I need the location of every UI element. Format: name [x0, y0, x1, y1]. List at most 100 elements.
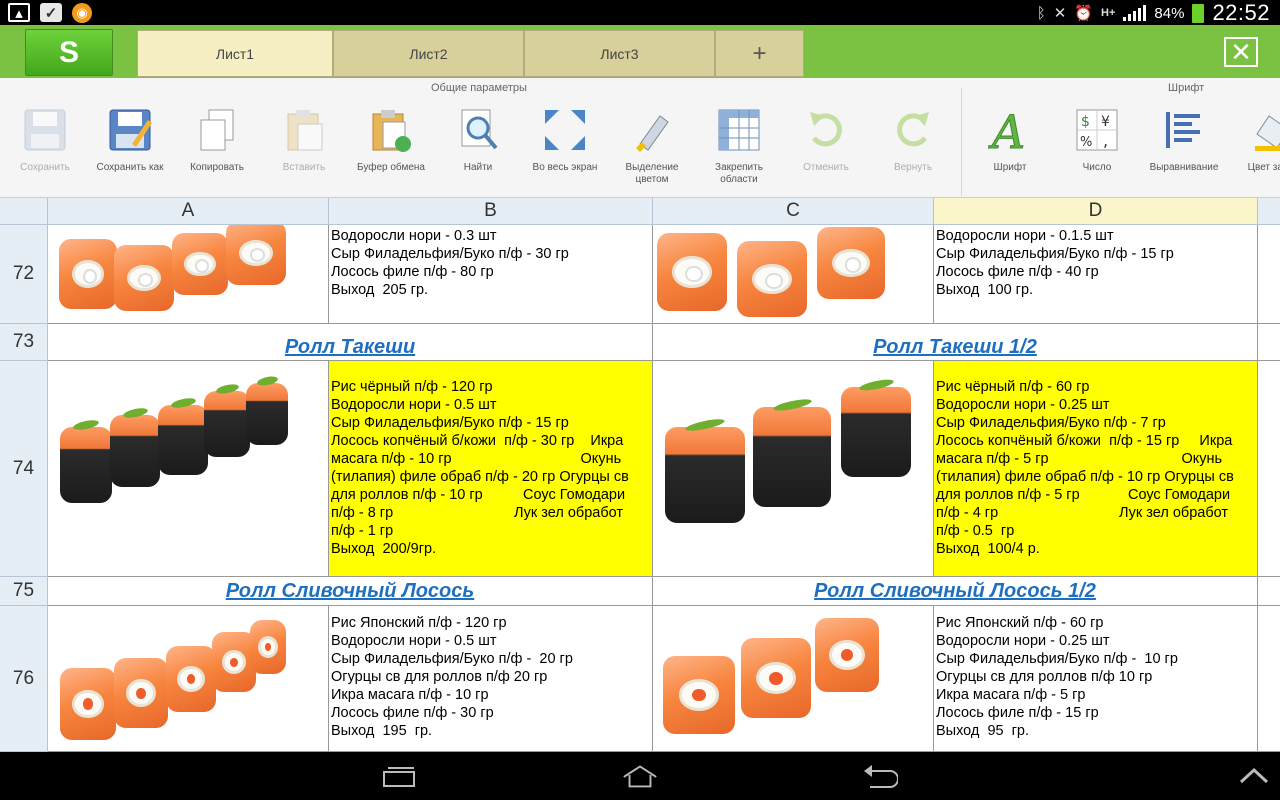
add-sheet-button[interactable]: +	[715, 30, 804, 77]
paste-button[interactable]: Вставить	[259, 106, 349, 174]
row-header-72[interactable]: 72	[0, 225, 48, 324]
find-button[interactable]: Найти	[433, 106, 523, 174]
fullscreen-icon	[541, 106, 589, 154]
cell-b74-text: Рис чёрный п/ф - 120 гр Водоросли нори -…	[331, 379, 629, 557]
highlight-button[interactable]: Выделение цветом	[607, 106, 697, 186]
battery-icon	[1192, 3, 1205, 23]
app-logo-button[interactable]: S	[25, 29, 113, 76]
back-button[interactable]	[860, 762, 900, 790]
fill-color-button[interactable]: Цвет зали	[1226, 106, 1280, 174]
cell-b72[interactable]: Водоросли нори - 0.3 шт Сыр Филадельфия/…	[329, 225, 653, 324]
fullscreen-button[interactable]: Во весь экран	[520, 106, 610, 174]
cell-e75[interactable]	[1258, 577, 1280, 606]
paste-label: Вставить	[282, 162, 326, 173]
cell-d74[interactable]: Рис чёрный п/ф - 60 гр Водоросли нори - …	[934, 361, 1258, 577]
row-header-73[interactable]: 73	[0, 324, 48, 361]
floppy-pen-icon	[106, 106, 154, 154]
alarm-icon: ⏰	[1074, 5, 1094, 22]
cell-d76-text: Рис Японский п/ф - 60 гр Водоросли нори …	[936, 615, 1178, 739]
fullscreen-label: Во весь экран	[532, 162, 598, 173]
column-header-a[interactable]: A	[48, 198, 329, 225]
number-format-icon: $ ¥%,	[1073, 106, 1121, 154]
alignment-button[interactable]: Выравнивание	[1139, 106, 1229, 174]
clipboard-button[interactable]: Буфер обмена	[346, 106, 436, 174]
row-header-76[interactable]: 76	[0, 606, 48, 752]
column-header-c[interactable]: C	[653, 198, 934, 225]
cell-d72[interactable]: Водоросли нори - 0.1.5 шт Сыр Филадельфи…	[934, 225, 1258, 324]
sushi-photo-creamy-salmon-half	[657, 608, 883, 736]
number-format-button[interactable]: $ ¥%, Число	[1052, 106, 1142, 174]
cell-cd73[interactable]: Ролл Такеши 1/2	[653, 324, 1258, 361]
save-button[interactable]: Сохранить	[0, 106, 90, 174]
tab-sheet1[interactable]: Лист1	[137, 30, 333, 77]
cell-e74[interactable]	[1258, 361, 1280, 577]
cell-b76[interactable]: Рис Японский п/ф - 120 гр Водоросли нори…	[329, 606, 653, 752]
save-as-button[interactable]: Сохранить как	[85, 106, 175, 174]
cell-c74[interactable]	[653, 361, 934, 577]
redo-button[interactable]: Вернуть	[868, 106, 958, 174]
undo-icon	[802, 106, 850, 154]
sushi-photo-takeshi	[54, 371, 292, 509]
redo-label: Вернуть	[893, 162, 933, 173]
cell-a72[interactable]	[48, 225, 329, 324]
tab-sheet3[interactable]: Лист3	[524, 30, 715, 77]
fill-color-label: Цвет зали	[1247, 162, 1280, 173]
cell-a76[interactable]	[48, 606, 329, 752]
cell-d74-text: Рис чёрный п/ф - 60 гр Водоросли нори - …	[936, 379, 1234, 557]
row-header-75[interactable]: 75	[0, 577, 48, 606]
ribbon-separator	[961, 88, 962, 196]
row-header-74[interactable]: 74	[0, 361, 48, 577]
spreadsheet-grid: A B C D 72 Водоросли нори - 0.3 шт Сыр Ф…	[0, 198, 1280, 752]
cell-e76[interactable]	[1258, 606, 1280, 752]
cell-d72-text: Водоросли нори - 0.1.5 шт Сыр Филадельфи…	[936, 228, 1174, 298]
cell-c72[interactable]	[653, 225, 934, 324]
cell-ab73[interactable]: Ролл Такеши	[48, 324, 653, 361]
highlighter-icon	[628, 106, 676, 154]
cell-b76-text: Рис Японский п/ф - 120 гр Водоросли нори…	[331, 615, 573, 739]
paste-icon	[280, 106, 328, 154]
column-header-b[interactable]: B	[329, 198, 653, 225]
battery-percent: 84%	[1154, 4, 1185, 22]
cell-c76[interactable]	[653, 606, 934, 752]
align-left-icon	[1160, 106, 1208, 154]
column-header-d[interactable]: D	[934, 198, 1258, 225]
recipe-title-takeshi: Ролл Такеши	[284, 336, 416, 358]
close-button[interactable]: ✕	[1224, 37, 1258, 67]
cell-b74[interactable]: Рис чёрный п/ф - 120 гр Водоросли нори -…	[329, 361, 653, 577]
undo-button[interactable]: Отменить	[781, 106, 871, 174]
check-notification-icon: ✓	[40, 3, 62, 22]
cell-ab75[interactable]: Ролл Сливочный Лосось	[48, 577, 653, 606]
save-label: Сохранить	[20, 162, 70, 173]
cell-d76[interactable]: Рис Японский п/ф - 60 гр Водоросли нори …	[934, 606, 1258, 752]
select-all-corner[interactable]	[0, 198, 48, 225]
cell-a74[interactable]	[48, 361, 329, 577]
recent-apps-button[interactable]	[380, 762, 420, 790]
svg-text:,: ,	[1103, 131, 1108, 150]
freeze-panes-button[interactable]: Закрепить области	[694, 106, 784, 186]
chevron-up-icon[interactable]	[1234, 762, 1274, 790]
clock: 22:52	[1212, 0, 1270, 25]
freeze-panes-label: Закрепить области	[715, 162, 763, 185]
cell-e73[interactable]	[1258, 324, 1280, 361]
tab-sheet2[interactable]: Лист2	[333, 30, 524, 77]
copy-label: Копировать	[190, 162, 244, 173]
cell-cd75[interactable]: Ролл Сливочный Лосось 1/2	[653, 577, 1258, 606]
column-header-e[interactable]	[1258, 198, 1280, 225]
sushi-photo-takeshi-half	[657, 367, 919, 529]
bluetooth-icon: ᛒ	[1036, 4, 1046, 22]
recipe-title-creamy-salmon: Ролл Сливочный Лосось	[225, 580, 475, 602]
clipboard-label: Буфер обмена	[357, 162, 425, 173]
copy-button[interactable]: Копировать	[172, 106, 262, 174]
alignment-label: Выравнивание	[1149, 162, 1219, 173]
font-icon: A	[986, 106, 1034, 154]
home-button[interactable]	[620, 762, 660, 790]
paint-bucket-icon	[1247, 106, 1280, 154]
grid-icon	[715, 106, 763, 154]
font-button[interactable]: A Шрифт	[965, 106, 1055, 174]
save-as-label: Сохранить как	[96, 162, 164, 173]
group-title-general: Общие параметры	[431, 82, 527, 94]
sushi-photo-philadelphia-half	[657, 225, 897, 317]
cell-e72[interactable]	[1258, 225, 1280, 324]
undo-label: Отменить	[803, 162, 849, 173]
find-label: Найти	[463, 162, 493, 173]
